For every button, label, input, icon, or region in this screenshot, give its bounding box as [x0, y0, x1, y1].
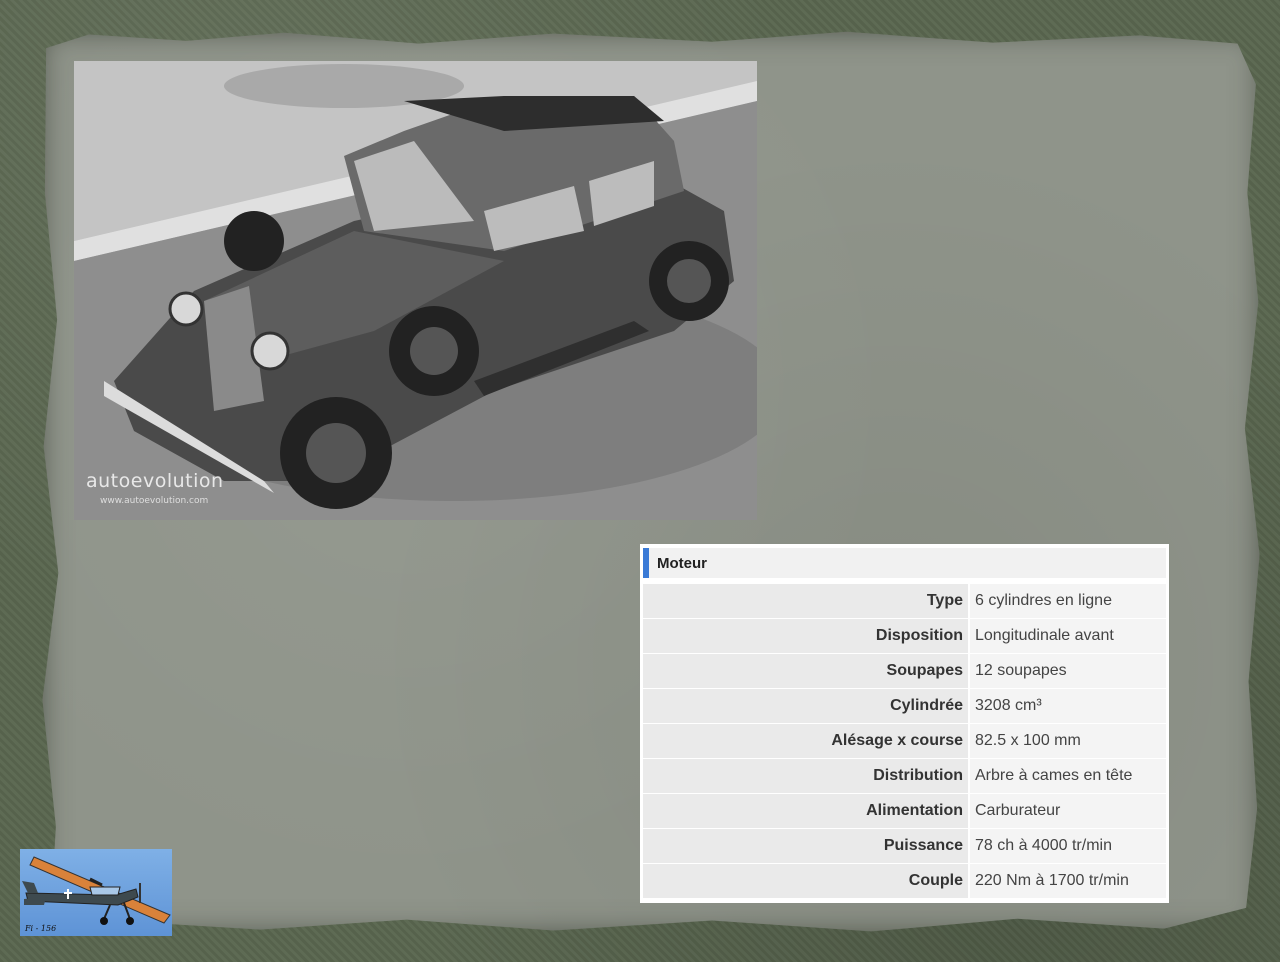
- spec-value: Longitudinale avant: [970, 619, 1166, 653]
- spec-rows: Type 6 cylindres en ligne Disposition Lo…: [643, 584, 1166, 899]
- spec-row: Disposition Longitudinale avant: [643, 619, 1166, 654]
- spec-label: Cylindrée: [643, 689, 968, 723]
- spec-label: Couple: [643, 864, 968, 898]
- spec-row: Soupapes 12 soupapes: [643, 654, 1166, 689]
- spec-value: Carburateur: [970, 794, 1166, 828]
- spec-value: 78 ch à 4000 tr/min: [970, 829, 1166, 863]
- spec-label: Distribution: [643, 759, 968, 793]
- logo-caption: Fi - 156: [25, 924, 57, 933]
- airplane-icon: [22, 856, 171, 925]
- engine-spec-table: Moteur Type 6 cylindres en ligne Disposi…: [640, 544, 1169, 903]
- spec-row: Alésage x course 82.5 x 100 mm: [643, 724, 1166, 759]
- spec-row: Cylindrée 3208 cm³: [643, 689, 1166, 724]
- spec-row: Puissance 78 ch à 4000 tr/min: [643, 829, 1166, 864]
- photo-watermark-url: www.autoevolution.com: [100, 496, 209, 506]
- spec-label: Type: [643, 584, 968, 618]
- spec-row: Alimentation Carburateur: [643, 794, 1166, 829]
- car-illustration: [74, 61, 757, 520]
- spec-label: Alimentation: [643, 794, 968, 828]
- spec-label: Disposition: [643, 619, 968, 653]
- spec-label: Soupapes: [643, 654, 968, 688]
- spec-row: Distribution Arbre à cames en tête: [643, 759, 1166, 794]
- spec-value: 6 cylindres en ligne: [970, 584, 1166, 618]
- spec-value: 3208 cm³: [970, 689, 1166, 723]
- plane-logo: Fi - 156: [20, 849, 172, 936]
- spec-value: Arbre à cames en tête: [970, 759, 1166, 793]
- spec-value: 220 Nm à 1700 tr/min: [970, 864, 1166, 898]
- spec-value: 82.5 x 100 mm: [970, 724, 1166, 758]
- spec-value: 12 soupapes: [970, 654, 1166, 688]
- car-photo: autoevolution www.autoevolution.com: [74, 61, 757, 520]
- spec-row: Type 6 cylindres en ligne: [643, 584, 1166, 619]
- photo-watermark: autoevolution: [86, 470, 224, 492]
- spec-label: Puissance: [643, 829, 968, 863]
- spec-label: Alésage x course: [643, 724, 968, 758]
- spec-row: Couple 220 Nm à 1700 tr/min: [643, 864, 1166, 899]
- spec-table-header: Moteur: [643, 548, 1166, 578]
